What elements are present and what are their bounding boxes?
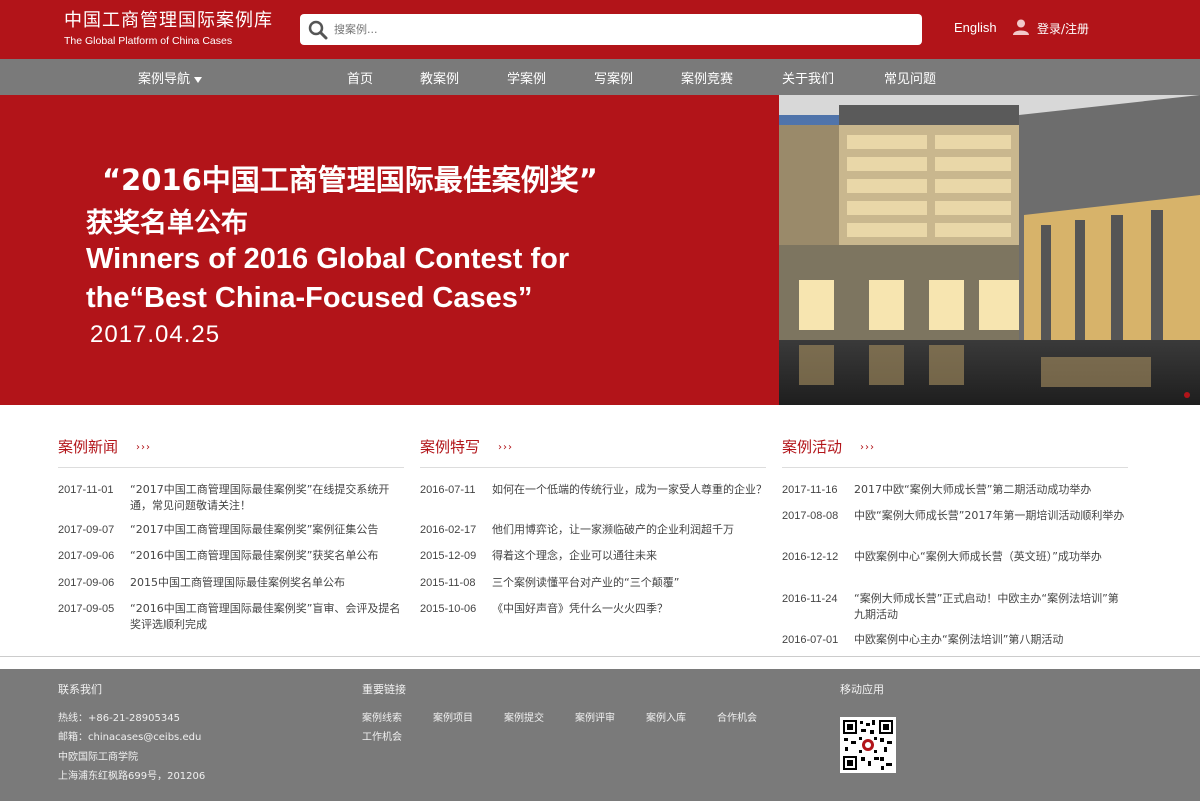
news-column-header: 案例新闻 ›››: [58, 436, 404, 468]
activity-column-header: 案例活动 ›››: [782, 436, 1128, 468]
item-title[interactable]: 中欧案例中心主办“案例法培训”第八期活动: [854, 632, 1129, 648]
english-link[interactable]: English: [954, 20, 997, 35]
item-date: 2016-11-24: [782, 593, 838, 605]
logo-cn-text: 中国工商管理国际案例库: [64, 10, 273, 31]
site-footer: 联系我们 热线：+86-21-28905345 邮箱：chinacases@ce…: [0, 669, 1200, 801]
contact-org: 中欧国际工商学院: [58, 752, 138, 763]
item-date: 2017-09-06: [58, 577, 115, 589]
item-title[interactable]: 中欧“案例大师成长营”2017年第一期培训活动顺利举办: [854, 508, 1129, 524]
site-header: 中国工商管理国际案例库 The Global Platform of China…: [0, 0, 1200, 59]
contact-email[interactable]: 邮箱：chinacases@ceibs.edu: [58, 728, 201, 743]
item-title[interactable]: 《中国好声音》凭什么一火火四季？: [492, 601, 767, 617]
item-title[interactable]: 得着这个理念，企业可以通往未来: [492, 548, 767, 564]
search-icon[interactable]: [308, 20, 328, 40]
hero-banner[interactable]: “2016中国工商管理国际最佳案例奖” 获奖名单公布 Winners of 20…: [0, 95, 1200, 405]
item-date: 2015-12-09: [420, 550, 477, 562]
footer-link[interactable]: 案例评审: [575, 709, 615, 724]
banner-title-en-2: the“Best China-Focused Cases”: [86, 282, 533, 314]
banner-subtitle-cn: 获奖名单公布: [86, 208, 248, 239]
item-date: 2017-09-06: [58, 550, 115, 562]
footer-link[interactable]: 合作机会: [717, 709, 757, 724]
item-date: 2016-07-11: [420, 484, 476, 496]
item-date: 2015-10-06: [420, 603, 477, 615]
news-more-link[interactable]: ›››: [136, 442, 151, 453]
item-title[interactable]: “2017中国工商管理国际最佳案例奖”案例征集公告: [130, 522, 405, 538]
nav-item-teach[interactable]: 教案例: [420, 68, 459, 87]
main-nav: 案例导航 首页 教案例 学案例 写案例 案例竞赛 关于我们 常见问题: [0, 59, 1200, 95]
item-title[interactable]: “案例大师成长营”正式启动！中欧主办“案例法培训”第九期活动: [854, 591, 1129, 623]
contact-hotline: 热线：+86-21-28905345: [58, 713, 180, 724]
item-date: 2017-09-07: [58, 524, 115, 536]
nav-item-faq[interactable]: 常见问题: [884, 68, 936, 87]
logo-en-text: The Global Platform of China Cases: [64, 35, 233, 47]
item-date: 2016-07-01: [782, 634, 839, 646]
footer-link[interactable]: 工作机会: [362, 728, 402, 743]
news-column-title[interactable]: 案例新闻: [58, 436, 118, 457]
banner-building-photo: [779, 95, 1200, 405]
nav-item-contest[interactable]: 案例竞赛: [681, 68, 733, 87]
footer-link[interactable]: 案例提交: [504, 709, 544, 724]
item-date: 2017-11-01: [58, 484, 114, 496]
feature-more-link[interactable]: ›››: [498, 442, 513, 453]
activity-column-title[interactable]: 案例活动: [782, 436, 842, 457]
item-date: 2016-12-12: [782, 551, 839, 563]
qr-code: [840, 717, 896, 773]
item-date: 2017-08-08: [782, 510, 839, 522]
contact-title: 联系我们: [58, 683, 102, 696]
nav-item-write[interactable]: 写案例: [594, 68, 633, 87]
nav-item-about[interactable]: 关于我们: [782, 68, 834, 87]
footer-link[interactable]: 案例项目: [433, 709, 473, 724]
caret-down-icon: [194, 76, 203, 83]
item-date: 2017-11-16: [782, 484, 838, 496]
news-column: 案例新闻 ››› 2017-11-01 “2017中国工商管理国际最佳案例奖”在线…: [58, 436, 404, 631]
nav-case-dropdown[interactable]: 案例导航: [138, 68, 203, 87]
content-divider: [0, 656, 1200, 657]
nav-item-home[interactable]: 首页: [347, 68, 373, 87]
footer-link[interactable]: 案例线索: [362, 709, 402, 724]
item-title[interactable]: 如何在一个低端的传统行业，成为一家受人尊重的企业？: [492, 482, 767, 498]
feature-column: 案例特写 ››› 2016-07-11 如何在一个低端的传统行业，成为一家受人尊重…: [420, 436, 767, 615]
footer-link[interactable]: 案例入库: [646, 709, 686, 724]
item-title[interactable]: “2017中国工商管理国际最佳案例奖”在线提交系统开通，常见问题敬请关注！: [130, 482, 405, 514]
item-date: 2015-11-08: [420, 577, 476, 589]
item-date: 2017-09-05: [58, 603, 115, 615]
feature-column-title[interactable]: 案例特写: [420, 436, 480, 457]
search-box: [300, 14, 922, 45]
mobile-title: 移动应用: [840, 683, 884, 696]
banner-date: 2017.04.25: [90, 321, 221, 348]
qr-code-icon: [840, 717, 896, 773]
nav-dropdown-label: 案例导航: [138, 72, 191, 87]
item-title[interactable]: 中欧案例中心“案例大师成长营（英文班）”成功举办: [854, 549, 1129, 565]
links-title: 重要链接: [362, 683, 406, 696]
banner-text-panel: “2016中国工商管理国际最佳案例奖” 获奖名单公布 Winners of 20…: [0, 95, 779, 405]
search-input[interactable]: [334, 18, 904, 41]
login-register-link[interactable]: 登录/注册: [1037, 20, 1089, 37]
banner-title-en-1: Winners of 2016 Global Contest for: [86, 243, 570, 275]
contact-address: 上海浦东红枫路699号，201206: [58, 771, 206, 782]
user-icon: [1013, 19, 1029, 35]
activity-column: 案例活动 ››› 2017-11-16 2017中欧“案例大师成长营”第二期活动成…: [782, 436, 1128, 646]
activity-more-link[interactable]: ›››: [860, 442, 875, 453]
site-logo[interactable]: 中国工商管理国际案例库 The Global Platform of China…: [64, 10, 273, 48]
item-title[interactable]: 2017中欧“案例大师成长营”第二期活动成功举办: [854, 482, 1129, 498]
item-title[interactable]: 三个案例读懂平台对产业的“三个颠覆”: [492, 575, 767, 591]
building-illustration: [779, 95, 1200, 405]
nav-item-learn[interactable]: 学案例: [507, 68, 546, 87]
item-date: 2016-02-17: [420, 524, 477, 536]
item-title[interactable]: 2015中国工商管理国际最佳案例奖名单公布: [130, 575, 405, 591]
feature-column-header: 案例特写 ›››: [420, 436, 766, 468]
item-title[interactable]: “2016中国工商管理国际最佳案例奖”盲审、会评及提名奖评选顺利完成: [130, 601, 405, 633]
item-title[interactable]: “2016中国工商管理国际最佳案例奖”获奖名单公布: [130, 548, 405, 564]
banner-title-cn: “2016中国工商管理国际最佳案例奖”: [102, 163, 598, 197]
item-title[interactable]: 他们用博弈论，让一家濒临破产的企业利润超千万: [492, 522, 767, 538]
